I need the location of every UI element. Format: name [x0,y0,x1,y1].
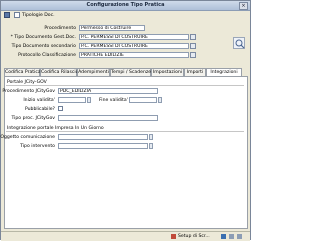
status-icon [221,234,226,239]
procedimento-field[interactable]: Permesso di Costruire [79,25,145,31]
calendar-icon[interactable] [87,97,91,103]
tab-adempimenti[interactable]: Adempimenti [77,68,110,76]
chevron-down-icon[interactable] [149,143,153,149]
pubblicabile-label: Pubblicabile? [24,107,55,112]
tab-impostazioni[interactable]: Impostazioni [151,68,184,76]
save-icon[interactable] [4,12,10,18]
search-icon[interactable] [190,52,196,58]
pubblicabile-checkbox[interactable] [58,106,63,111]
fine-validita-label: Fine validita' [99,98,128,103]
tab-tempi-scadenze[interactable]: Tempi / Scadenze [110,68,151,76]
oggetto-comunicazione-label: Oggetto comunicazione [0,135,55,140]
tipo-documento-field[interactable]: P.C. PERMESSI DI COSTRUIRE [79,34,189,40]
procedimento-label: Procedimento [44,26,76,31]
tab-codifica-rilascio[interactable]: Codifica Rilascio [40,68,78,76]
status-icon [237,234,242,239]
window: Configurazione Tipo Pratica × Tipologie … [0,0,251,241]
fine-validita-field[interactable] [129,97,157,103]
status-icon [171,234,176,239]
toolbar: Tipologie Doc. [1,11,250,20]
tab-importi[interactable]: Importi [184,68,206,76]
window-title: Configurazione Tipo Pratica [86,2,165,8]
procedimento-jcity-field[interactable]: PDC_EDILIZIA [58,88,158,94]
tipo-proc-field[interactable] [58,115,158,121]
tipo-proc-label: Tipo proc. JCityGov [11,116,55,121]
divider [6,131,244,132]
inizio-validita-label: Inizio validita' [23,98,55,103]
oggetto-comunicazione-field[interactable] [58,134,148,140]
tipo-intervento-field[interactable] [58,143,148,149]
setup-status[interactable]: Setup di Scr... [178,234,210,239]
divider [6,85,244,86]
tipo-secondario-label: Tipo Documento secondario [11,44,76,49]
search-icon[interactable] [190,43,196,49]
tipologie-doc-button[interactable]: Tipologie Doc. [22,13,55,18]
procedimento-jcity-label: Procedimento JCityGov [2,89,55,94]
protocollo-label: Protocollo Classificazione [18,53,76,58]
document-icon[interactable] [14,12,20,18]
calendar-icon[interactable] [158,97,162,103]
protocollo-field[interactable]: PRATICHE EDILIZIE [79,52,189,58]
inizio-validita-field[interactable] [58,97,86,103]
title-bar: Configurazione Tipo Pratica × [1,1,250,11]
chevron-down-icon[interactable] [149,134,153,140]
close-button[interactable]: × [239,2,248,10]
tipo-intervento-label: Tipo intervento [20,144,55,149]
tab-codifica-pratica[interactable]: Codifica Pratica [4,68,41,76]
search-icon[interactable] [190,34,196,40]
tipo-secondario-field[interactable]: P.C. PERMESSI DI COSTRUIRE [79,43,189,49]
status-icon [229,234,234,239]
tipo-documento-label: * Tipo Documento Gest.Doc. [10,35,76,40]
configure-icon[interactable] [233,37,245,49]
